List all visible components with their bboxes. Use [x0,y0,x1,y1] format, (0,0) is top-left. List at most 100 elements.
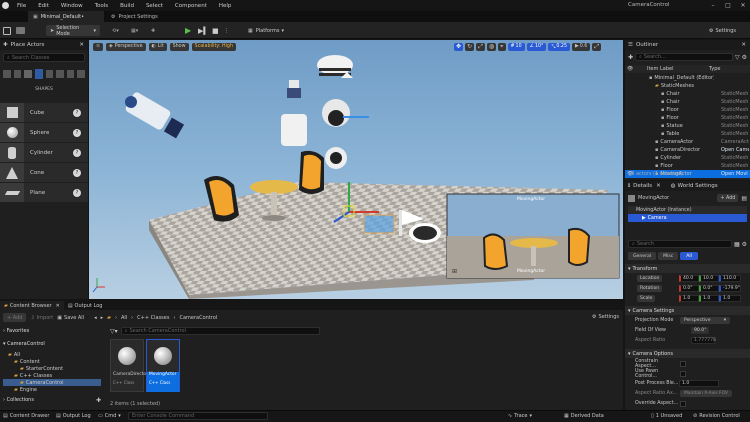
sky-light-icon[interactable] [322,99,369,127]
camera-speed-button[interactable]: ▶ 0.6 [572,42,591,51]
tab-project-settings[interactable]: ⚙ Project Settings [106,11,176,22]
close-icon[interactable]: ✕ [79,42,84,48]
menu-edit[interactable]: Edit [32,3,55,9]
content-drawer-icon[interactable] [16,25,25,36]
tree-cameracontrol[interactable]: ▰ CameraControl [3,379,101,386]
add-collection-icon[interactable]: ✚ [96,397,101,404]
output-log-button[interactable]: ▤ Output Log [56,410,91,422]
maximize-icon[interactable]: □ [721,0,735,11]
add-component-button[interactable]: + Add [717,194,739,202]
visual-effects-icon[interactable] [56,70,64,78]
rotation-y[interactable]: 0.0° [699,285,719,292]
minimize-icon[interactable]: – [706,0,720,11]
derived-data-button[interactable]: ▦ Derived Data [564,410,604,422]
asset-tile[interactable]: CameraDirector C++ Class [110,339,148,392]
tree-cpp-classes[interactable]: ▰ C++ Classes [14,372,52,379]
breadcrumb-all[interactable]: All [121,315,127,321]
camera-options-section[interactable]: ▾ Camera Options [625,349,750,358]
content-drawer-button[interactable]: ▤ Content Drawer [3,410,49,422]
maximize-viewport-icon[interactable]: ⤢ [592,42,602,51]
menu-window[interactable]: Window [55,3,89,9]
help-icon[interactable]: ? [73,148,81,157]
settings-button[interactable]: ⚙ Settings [709,25,736,36]
history-forward-icon[interactable]: ▸ [101,315,104,321]
all-classes-icon[interactable] [77,70,85,78]
outliner-row[interactable]: ▪ Chair StaticMesh [625,90,750,98]
rotation-snap-button[interactable]: ∠ 10° [526,42,547,51]
component-instance[interactable]: MovingActor (Instance) [628,206,747,214]
lit-button[interactable]: ◐ Lit [148,42,167,51]
tree-starter-content[interactable]: ▰ StarterContent [20,365,63,372]
chair-mesh[interactable] [299,150,324,194]
menu-select[interactable]: Select [140,3,169,9]
surface-snap-icon[interactable]: ⌖ [498,42,506,51]
shapes-icon[interactable] [34,69,43,79]
tab-output-log[interactable]: ▤ Output Log [64,301,107,310]
menu-build[interactable]: Build [114,3,140,9]
breadcrumb-cpp[interactable]: C++ Classes [137,315,169,321]
place-item-plane[interactable]: Plane ? [0,183,88,202]
blueprint-icon[interactable]: ⟲▾ [112,25,119,36]
place-actors-search[interactable]: ⌕ Search Classes [3,53,85,62]
gear-icon[interactable]: ⚙ [742,54,747,61]
selection-mode-dropdown[interactable]: ➤ Selection Mode ▾ [46,25,100,37]
save-icon[interactable] [3,25,11,36]
scale-y[interactable]: 1.0 [699,295,719,302]
grid-snap-button[interactable]: #10 [507,42,525,51]
outliner-row[interactable]: ▪ Floor StaticMesh [625,114,750,122]
outliner-row[interactable]: ▪CameraActorCameraActor [625,138,750,146]
filter-misc[interactable]: Misc [658,252,679,260]
scale-snap-button[interactable]: ⤡ 0.25 [548,42,571,51]
tree-content[interactable]: ▰ Content [14,358,40,365]
basic-icon[interactable] [13,70,21,78]
import-button[interactable]: ⇩ Import [30,315,53,321]
filter-icon[interactable]: ▽ [735,54,740,61]
column-type[interactable]: Type [709,66,720,72]
outliner-search[interactable]: ⌕ Search... [635,53,733,61]
column-item-label[interactable]: Item Label [637,66,709,72]
console-input[interactable]: Enter Console Command [128,410,268,422]
play-options-icon[interactable]: ⋮ [224,25,229,36]
help-icon[interactable]: ? [73,128,81,137]
outliner-row[interactable]: ▪Minimal_Default (Editor)World [625,74,750,82]
gear-icon[interactable]: ⚙ [742,241,747,248]
collections-header[interactable]: › Collections [3,397,103,403]
volumes-icon[interactable] [66,70,75,78]
add-actor-icon[interactable]: ✚ [628,54,633,61]
filter-general[interactable]: General [628,252,657,260]
platforms-dropdown[interactable]: ▦ Platforms ▾ [248,25,284,36]
lights-icon[interactable] [24,70,32,78]
scale-z[interactable]: 1.0 [719,295,741,302]
location-x[interactable]: 40.0 [679,275,699,282]
location-y[interactable]: 10.0 [699,275,719,282]
move-tool-icon[interactable]: ✥ [454,42,464,51]
aspect-axis-dropdown[interactable]: Maintain X-Axis FOV [680,390,732,397]
visibility-icon[interactable]: 👁 [625,66,637,72]
history-back-icon[interactable]: ◂ [94,315,97,321]
details-search[interactable]: ⌕ Search [628,240,732,248]
fov-value[interactable]: 90.0° [691,327,709,334]
property-matrix-icon[interactable]: ▦ [734,241,740,248]
step-button[interactable]: ▶▍ [198,25,209,36]
breadcrumb-cameracontrol[interactable]: CameraControl [179,315,217,321]
tree-engine[interactable]: ▰ Engine [14,386,37,393]
cinematic-icon[interactable] [45,70,54,78]
player-start-icon[interactable] [287,80,301,98]
constrain-checkbox[interactable] [680,360,686,367]
play-button[interactable]: ▶ [185,25,191,36]
scale-x[interactable]: 1.0 [679,295,699,302]
add-button[interactable]: + Add [3,313,27,322]
filter-all[interactable]: All [680,252,698,260]
sky-atmosphere-icon[interactable] [317,55,353,78]
outliner-row[interactable]: ▰StaticMeshesFolder [625,82,750,90]
filter-icon[interactable]: ▽▾ [110,328,118,335]
rotate-tool-icon[interactable]: ↻ [465,42,475,51]
place-item-cone[interactable]: Cone ? [0,163,88,182]
scalability-button[interactable]: Scalability: High [191,42,237,51]
pin-preview-icon[interactable]: ⊞ [452,268,457,275]
camera-actor-icon[interactable] [124,91,185,139]
trace-button[interactable]: ∿ Trace ▾ [508,410,532,422]
save-all-button[interactable]: ▣ Save All [57,315,84,321]
close-icon[interactable]: ✕ [656,183,661,189]
rotation-dropdown[interactable]: Rotation [637,285,663,292]
